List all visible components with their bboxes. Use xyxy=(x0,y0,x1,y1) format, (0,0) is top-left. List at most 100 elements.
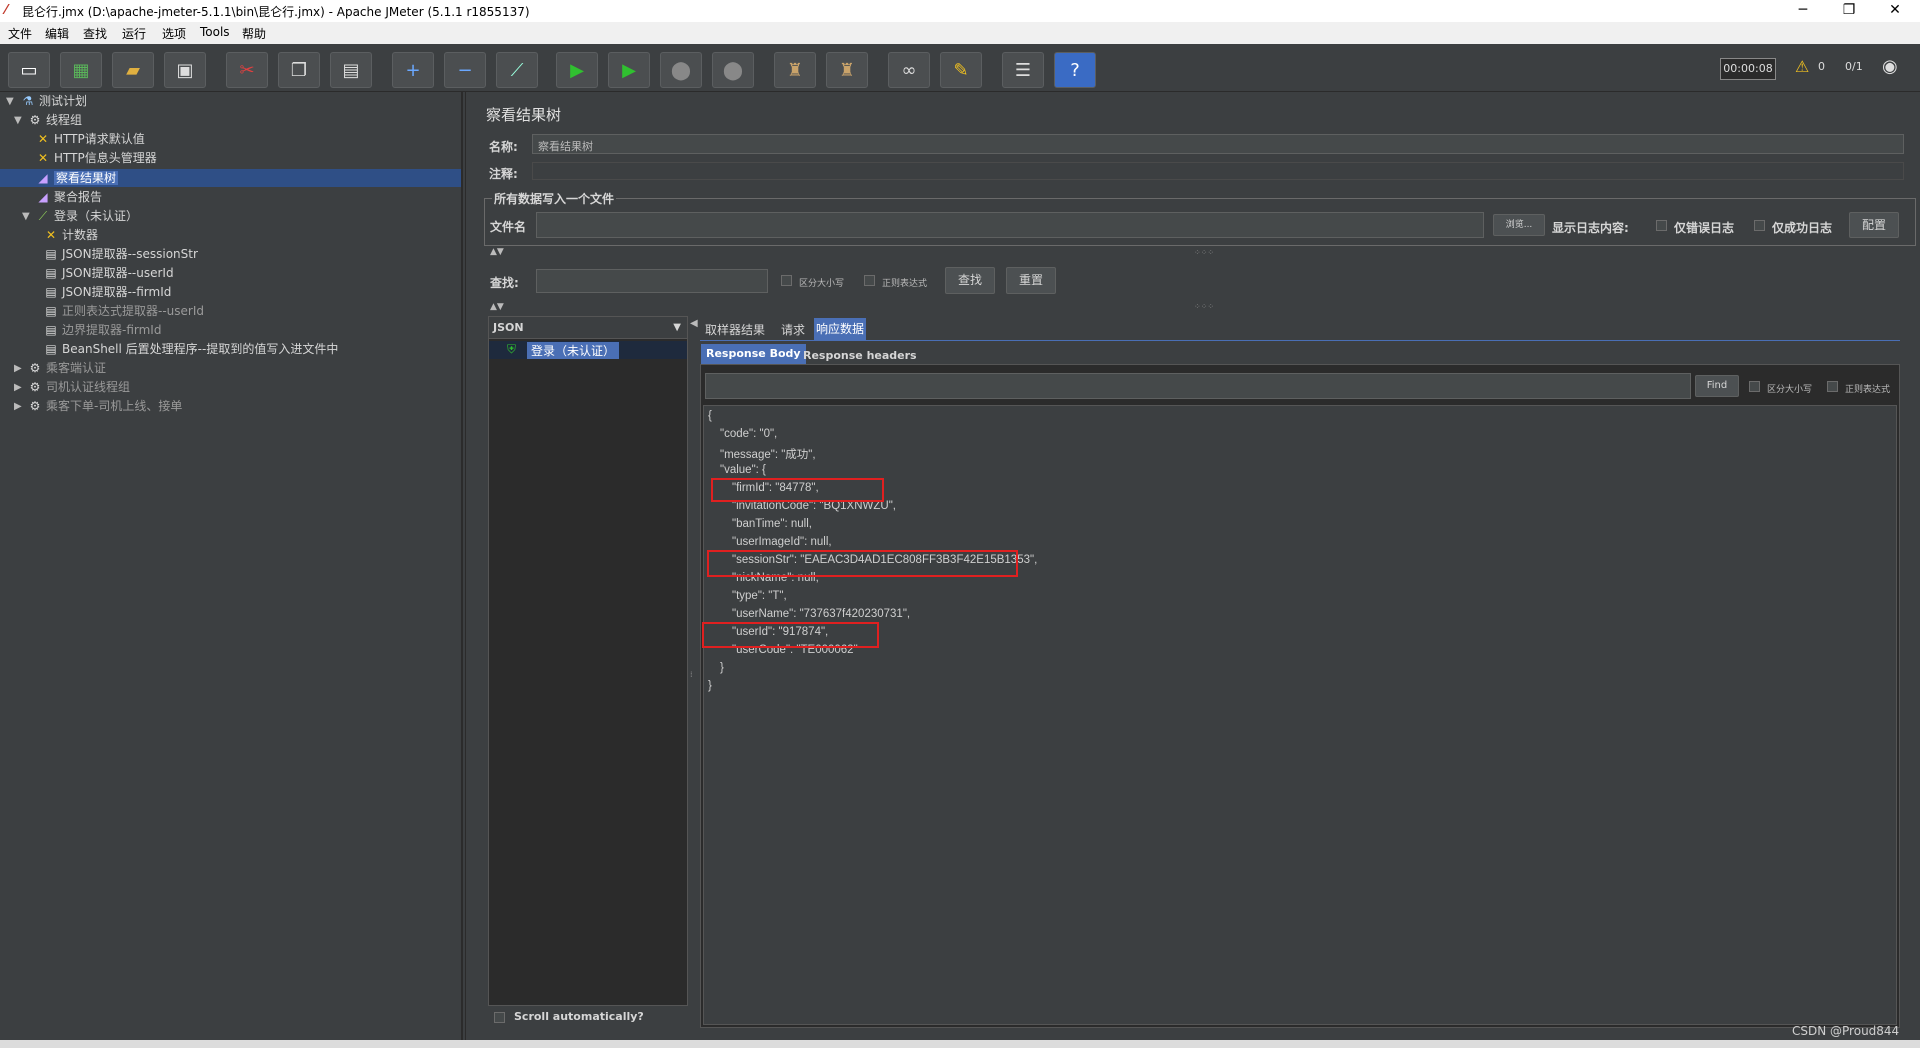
renderer-select[interactable]: JSON ▼ xyxy=(489,317,687,339)
menu-tools[interactable]: Tools xyxy=(200,25,230,39)
clear-icon[interactable]: ♜ xyxy=(774,52,816,88)
tree-item-http-defaults[interactable]: ✕ HTTP请求默认值 xyxy=(35,130,145,148)
tree-item-json-extractor-sessionstr[interactable]: ▤ JSON提取器--sessionStr xyxy=(43,245,198,263)
tree-item-test-plan[interactable]: ⚗ 测试计划 xyxy=(20,92,87,110)
menu-file[interactable]: 文件 xyxy=(8,25,32,42)
tree-item-driver-auth-group[interactable]: ⚙ 司机认证线程组 xyxy=(27,378,130,396)
save-icon[interactable]: ▣ xyxy=(164,52,206,88)
tab-sampler-result[interactable]: 取样器结果 xyxy=(703,320,767,340)
menu-bar: 文件 编辑 查找 运行 选项 Tools 帮助 xyxy=(0,22,1920,44)
browse-button[interactable]: 浏览... xyxy=(1493,214,1545,236)
response-regex-checkbox[interactable] xyxy=(1827,381,1838,392)
stop-icon[interactable]: ⬤ xyxy=(660,52,702,88)
subtab-response-headers[interactable]: Response headers xyxy=(801,346,919,366)
tree-item-http-header-manager[interactable]: ✕ HTTP信息头管理器 xyxy=(35,149,157,167)
response-regex-label: 正则表达式 xyxy=(1845,385,1891,395)
tree-item-beanshell-postprocessor[interactable]: ▤ BeanShell 后置处理程序--提取到的值写入进文件中 xyxy=(43,340,338,358)
menu-run[interactable]: 运行 xyxy=(122,25,146,42)
name-input[interactable]: 察看结果树 xyxy=(532,134,1904,154)
help-icon[interactable]: ? xyxy=(1054,52,1096,88)
minimize-button[interactable]: ─ xyxy=(1780,0,1826,22)
collapse-arrow-icon[interactable]: ▼ xyxy=(22,211,30,222)
errors-only-checkbox[interactable] xyxy=(1656,220,1667,231)
expand-arrow-icon[interactable]: ▶ xyxy=(14,363,22,374)
tree-item-regex-extractor-userid[interactable]: ▤ 正则表达式提取器--userId xyxy=(43,302,204,320)
expand-arrow-icon[interactable]: ▶ xyxy=(14,401,22,412)
response-find-button[interactable]: Find xyxy=(1695,375,1739,397)
comment-input[interactable] xyxy=(532,162,1904,180)
paste-icon[interactable]: ▤ xyxy=(330,52,372,88)
start-icon[interactable]: ▶ xyxy=(556,52,598,88)
maximize-button[interactable]: ❐ xyxy=(1826,0,1872,22)
collapse-icon[interactable]: − xyxy=(444,52,486,88)
warning-icon[interactable]: ⚠ xyxy=(1795,57,1809,76)
toggle-icon[interactable]: ⟋ xyxy=(496,52,538,88)
list-item-selected[interactable]: ⛨ 登录（未认证） xyxy=(489,341,687,359)
tree-item-json-extractor-userid[interactable]: ▤ JSON提取器--userId xyxy=(43,264,173,282)
expand-icon[interactable]: + xyxy=(392,52,434,88)
cut-icon[interactable]: ✂ xyxy=(226,52,268,88)
reset-search-icon[interactable]: ✎ xyxy=(940,52,982,88)
wrench-icon: ✕ xyxy=(45,228,57,242)
document-icon: ▤ xyxy=(45,285,57,299)
tree-item-json-extractor-firmid[interactable]: ▤ JSON提取器--firmId xyxy=(43,283,171,301)
copy-icon[interactable]: ❐ xyxy=(278,52,320,88)
templates-icon[interactable]: ▦ xyxy=(60,52,102,88)
search-binoculars-icon[interactable]: ∞ xyxy=(888,52,930,88)
close-button[interactable]: ✕ xyxy=(1872,0,1918,22)
gear-icon: ⚙ xyxy=(29,361,41,375)
collapse-arrow-icon[interactable]: ▼ xyxy=(6,96,14,107)
wrench-icon: ✕ xyxy=(37,132,49,146)
success-only-label: 仅成功日志 xyxy=(1772,221,1833,235)
splitter-grip-icon[interactable]: ⁘⁘⁘ xyxy=(1194,302,1214,311)
errors-only-label: 仅错误日志 xyxy=(1674,221,1735,235)
splitter-grip-icon[interactable]: ⁞ xyxy=(690,670,693,679)
menu-search[interactable]: 查找 xyxy=(83,25,107,42)
filename-label: 文件名 xyxy=(490,220,527,234)
toolbar: ▭ ▦ ▰ ▣ ✂ ❐ ▤ + − ⟋ ▶ ▶ ⬤ ⬤ ♜ ♜ ∞ ✎ ☰ ? … xyxy=(0,44,1920,92)
document-icon: ▤ xyxy=(45,323,57,337)
tree-item-passenger-auth[interactable]: ⚙ 乘客端认证 xyxy=(27,359,106,377)
response-search-input[interactable] xyxy=(705,373,1691,399)
function-helper-icon[interactable]: ☰ xyxy=(1002,52,1044,88)
tree-item-order-flow[interactable]: ⚙ 乘客下单-司机上线、接单 xyxy=(27,397,183,415)
reset-button[interactable]: 重置 xyxy=(1006,267,1056,294)
start-no-pause-icon[interactable]: ▶ xyxy=(608,52,650,88)
json-text-area[interactable]: { "code": "0", "message": "成功", "value":… xyxy=(702,405,1897,1025)
collapse-expand-arrows-icon[interactable]: ▲▼ xyxy=(490,247,504,257)
response-case-checkbox[interactable] xyxy=(1749,381,1760,392)
menu-edit[interactable]: 编辑 xyxy=(45,25,69,42)
collapse-arrow-icon[interactable]: ▼ xyxy=(14,115,22,126)
regex-checkbox[interactable] xyxy=(864,275,875,286)
search-input[interactable] xyxy=(536,269,768,293)
remote-globe-icon[interactable]: ◉ xyxy=(1882,56,1898,77)
success-only-checkbox[interactable] xyxy=(1754,220,1765,231)
highlight-sessionstr-box xyxy=(707,550,1018,577)
tree-item-login-sampler[interactable]: ⟋ 登录（未认证） xyxy=(35,207,138,225)
collapse-expand-arrows-icon[interactable]: ▲▼ xyxy=(490,302,504,312)
tab-response-data[interactable]: 响应数据 xyxy=(814,318,867,340)
menu-options[interactable]: 选项 xyxy=(162,25,186,42)
new-icon[interactable]: ▭ xyxy=(8,52,50,88)
vertical-splitter[interactable] xyxy=(465,92,474,1040)
tree-item-boundary-extractor-firmid[interactable]: ▤ 边界提取器-firmId xyxy=(43,321,161,339)
find-button[interactable]: 查找 xyxy=(945,267,995,294)
tree-item-view-results-tree[interactable]: ◢ 察看结果树 xyxy=(35,169,119,187)
tree-item-aggregate-report[interactable]: ◢ 聚合报告 xyxy=(35,188,102,206)
document-icon: ▤ xyxy=(45,304,57,318)
collapse-left-arrow-icon[interactable]: ◀ xyxy=(690,318,698,329)
menu-help[interactable]: 帮助 xyxy=(242,25,266,42)
scroll-auto-checkbox[interactable] xyxy=(494,1012,505,1023)
tree-item-thread-group[interactable]: ⚙ 线程组 xyxy=(27,111,82,129)
tree-item-counter[interactable]: ✕ 计数器 xyxy=(43,226,98,244)
case-sensitive-checkbox[interactable] xyxy=(781,275,792,286)
splitter-grip-icon[interactable]: ⁘⁘⁘ xyxy=(1194,248,1214,257)
shutdown-icon[interactable]: ⬤ xyxy=(712,52,754,88)
subtab-response-body[interactable]: Response Body xyxy=(701,344,806,364)
expand-arrow-icon[interactable]: ▶ xyxy=(14,382,22,393)
tab-request[interactable]: 请求 xyxy=(779,320,807,340)
filename-input[interactable] xyxy=(536,212,1484,238)
clear-all-icon[interactable]: ♜ xyxy=(826,52,868,88)
open-icon[interactable]: ▰ xyxy=(112,52,154,88)
configure-button[interactable]: 配置 xyxy=(1849,212,1899,238)
